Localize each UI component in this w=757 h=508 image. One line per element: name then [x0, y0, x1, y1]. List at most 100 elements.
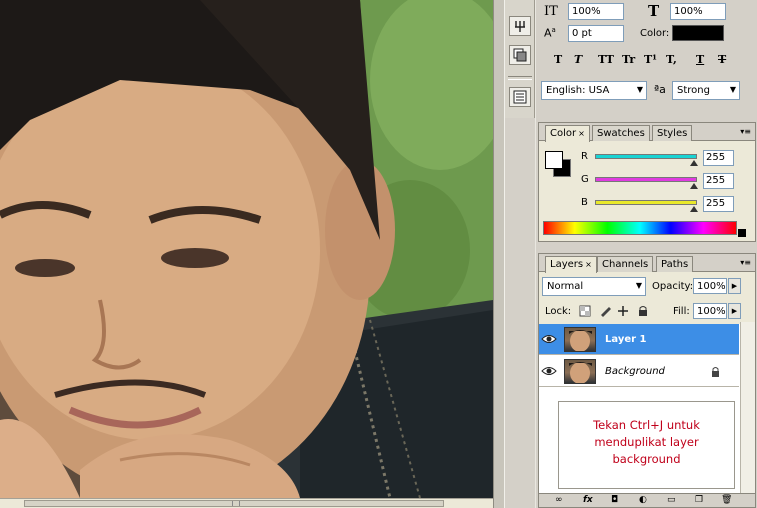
baseline-shift-icon: Aa: [544, 26, 556, 40]
horizontal-scale-input[interactable]: 100%: [670, 3, 726, 20]
paragraph-icon: [513, 90, 527, 104]
photoshop-window: IT 100% T 100% Aa 0 pt Color: T T TT Tr …: [0, 0, 757, 508]
baseline-shift-input[interactable]: 0 pt: [568, 25, 624, 42]
text-color-swatch[interactable]: [672, 25, 724, 41]
adjustment-layer-icon[interactable]: ◐: [639, 495, 647, 505]
tab-layers[interactable]: Layers ×: [545, 256, 597, 273]
antialias-select[interactable]: Strong ▼: [672, 81, 740, 100]
layer-mask-icon[interactable]: ◘: [611, 495, 618, 505]
fill-input[interactable]: 100%: [693, 303, 727, 319]
faux-bold-button[interactable]: T: [554, 53, 562, 66]
new-layer-icon[interactable]: ❐: [695, 495, 703, 505]
visibility-eye-icon[interactable]: [541, 363, 557, 379]
lock-label: Lock:: [545, 306, 572, 317]
channel-r-label: R: [581, 151, 588, 162]
chevron-down-icon: ▼: [636, 85, 643, 94]
blue-slider-thumb[interactable]: [690, 206, 698, 212]
paragraph-panel-button[interactable]: [509, 87, 531, 107]
close-icon[interactable]: ×: [578, 129, 585, 138]
document-canvas[interactable]: [0, 0, 493, 498]
annotation-note: Tekan Ctrl+J untuk menduplikat layer bac…: [558, 401, 735, 489]
character-panel: IT 100% T 100% Aa 0 pt Color: T T TT Tr …: [536, 0, 757, 110]
fill-arrow-button[interactable]: ▶: [728, 303, 741, 319]
blend-mode-value: Normal: [547, 281, 584, 292]
tool-presets-button[interactable]: [509, 16, 531, 36]
layer-thumbnail: [564, 327, 596, 352]
lock-buttons[interactable]: [579, 305, 657, 317]
superscript-button[interactable]: T¹: [644, 53, 657, 66]
tab-paths[interactable]: Paths: [656, 256, 694, 272]
panel-dock: [505, 0, 535, 118]
layer-style-icon[interactable]: fx: [583, 495, 593, 505]
dock-divider: [508, 76, 532, 80]
red-slider[interactable]: [595, 154, 697, 159]
opacity-label: Opacity:: [652, 281, 694, 292]
language-value: English: USA: [546, 85, 610, 96]
channel-g-label: G: [581, 174, 589, 185]
layers-toolbar: ∞ fx ◘ ◐ ▭ ❐ 🗑: [539, 493, 755, 507]
foreground-color-swatch[interactable]: [545, 151, 563, 169]
tool-presets-icon: [515, 21, 525, 32]
delete-layer-icon[interactable]: 🗑: [721, 495, 732, 505]
strikethrough-button[interactable]: T: [718, 53, 726, 66]
layer-comps-button[interactable]: [509, 45, 531, 65]
panel-separator[interactable]: [493, 0, 505, 508]
layer-thumbnail: [564, 359, 596, 384]
all-caps-button[interactable]: TT: [598, 53, 614, 66]
green-slider[interactable]: [595, 177, 697, 182]
chevron-down-icon: ▼: [729, 85, 736, 94]
fill-label: Fill:: [673, 306, 690, 317]
blue-slider[interactable]: [595, 200, 697, 205]
tab-color[interactable]: Color ×: [545, 125, 590, 142]
language-select[interactable]: English: USA ▼: [541, 81, 647, 100]
green-slider-thumb[interactable]: [690, 183, 698, 189]
tab-swatches[interactable]: Swatches: [592, 125, 650, 141]
color-spectrum-bar[interactable]: [543, 221, 737, 235]
antialias-value: Strong: [677, 85, 710, 96]
underline-button[interactable]: T: [696, 53, 704, 66]
vertical-scale-icon: IT: [544, 4, 558, 19]
faux-italic-button[interactable]: T: [574, 53, 582, 66]
right-panels: IT 100% T 100% Aa 0 pt Color: T T TT Tr …: [535, 0, 757, 508]
channel-b-label: B: [581, 197, 588, 208]
tab-styles[interactable]: Styles: [652, 125, 693, 141]
red-slider-thumb[interactable]: [690, 160, 698, 166]
color-panel: Color × Swatches Styles ▾≡ R 255 G 255 B …: [538, 122, 756, 242]
layers-vertical-scrollbar[interactable]: [740, 322, 755, 498]
green-value-input[interactable]: 255: [703, 173, 734, 189]
layer-comps-icon: [513, 48, 527, 62]
lock-icon: [712, 367, 719, 377]
color-panel-tabs: Color × Swatches Styles ▾≡: [539, 123, 755, 142]
layer-name[interactable]: Background: [605, 366, 665, 377]
layer-row-background[interactable]: Background: [539, 356, 739, 387]
chevron-down-icon: ▼: [635, 281, 642, 290]
blend-mode-select[interactable]: Normal ▼: [542, 277, 646, 296]
vertical-scale-input[interactable]: 100%: [568, 3, 624, 20]
close-icon[interactable]: ×: [585, 260, 592, 269]
tab-channels[interactable]: Channels: [597, 256, 654, 272]
link-layers-icon[interactable]: ∞: [555, 495, 563, 505]
opacity-input[interactable]: 100%: [693, 278, 727, 294]
opacity-arrow-button[interactable]: ▶: [728, 278, 741, 294]
new-group-icon[interactable]: ▭: [667, 495, 676, 505]
panel-menu-icon[interactable]: ▾≡: [740, 258, 751, 267]
panel-menu-icon[interactable]: ▾≡: [740, 127, 751, 136]
note-line: menduplikat layer: [594, 435, 699, 449]
layer-row-layer-1[interactable]: Layer 1: [539, 324, 739, 355]
note-line: background: [612, 452, 681, 466]
small-caps-button[interactable]: Tr: [622, 53, 635, 66]
layers-panel: Layers × Channels Paths ▾≡ Normal ▼ Opaci…: [538, 253, 756, 508]
red-value-input[interactable]: 255: [703, 150, 734, 166]
layers-panel-tabs: Layers × Channels Paths ▾≡: [539, 254, 755, 273]
canvas-horizontal-scrollbar[interactable]: [0, 498, 493, 508]
visibility-eye-icon[interactable]: [541, 331, 557, 347]
color-label: Color:: [640, 28, 670, 39]
subscript-button[interactable]: T,: [666, 53, 677, 66]
spectrum-black-swatch[interactable]: [738, 229, 746, 237]
note-line: Tekan Ctrl+J untuk: [593, 418, 700, 432]
blue-value-input[interactable]: 255: [703, 196, 734, 212]
layer-name[interactable]: Layer 1: [605, 334, 646, 345]
antialias-icon: ªa: [654, 83, 666, 96]
photo-image: [0, 0, 493, 498]
horizontal-scale-icon: T: [648, 2, 660, 20]
